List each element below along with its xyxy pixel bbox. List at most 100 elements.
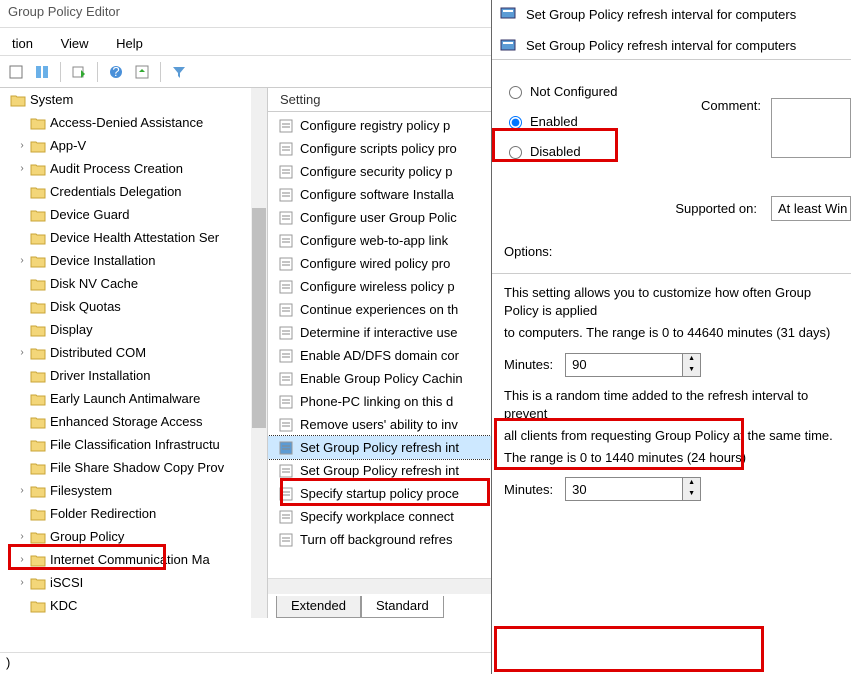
tree-item[interactable]: › Audit Process Creation: [0, 157, 252, 180]
radio-not-configured-input[interactable]: [509, 86, 522, 99]
setting-icon: [278, 509, 294, 525]
tree-item-label: Enhanced Storage Access: [50, 414, 203, 429]
expand-icon[interactable]: ›: [16, 485, 28, 496]
spinner-arrows[interactable]: ▲▼: [682, 354, 700, 376]
spin-up-icon[interactable]: ▲: [683, 478, 700, 489]
minutes1-label: Minutes:: [504, 357, 553, 372]
tree-item-label: iSCSI: [50, 575, 83, 590]
options-desc-5: The range is 0 to 1440 minutes (24 hours…: [504, 449, 839, 467]
tree-item[interactable]: › Device Installation: [0, 249, 252, 272]
setting-label: Phone-PC linking on this d: [300, 394, 453, 409]
tree-item[interactable]: Driver Installation: [0, 364, 252, 387]
tree-item[interactable]: ›Filesystem: [0, 479, 252, 502]
expand-icon[interactable]: ›: [16, 554, 28, 565]
tree-item-label: Disk NV Cache: [50, 276, 138, 291]
folder-icon: [10, 93, 26, 107]
menu-action[interactable]: tion: [0, 32, 45, 55]
tree-item[interactable]: Device Health Attestation Ser: [0, 226, 252, 249]
tree-item[interactable]: KDC: [0, 594, 252, 617]
tree-item-label: Folder Redirection: [50, 506, 156, 521]
tree-root[interactable]: System: [0, 88, 252, 111]
tree-scrollbar-thumb[interactable]: [252, 208, 266, 428]
tree-item[interactable]: ›Group Policy: [0, 525, 252, 548]
tree-item[interactable]: Early Launch Antimalware: [0, 387, 252, 410]
tree-scrollbar[interactable]: [251, 88, 267, 618]
toolbar-sep-2: [97, 62, 98, 82]
tree-item[interactable]: File Classification Infrastructu: [0, 433, 252, 456]
policy-icon: [500, 37, 518, 55]
setting-icon: [278, 417, 294, 433]
tree-item[interactable]: Folder Redirection: [0, 502, 252, 525]
setting-icon: [278, 302, 294, 318]
folder-icon: [30, 599, 46, 613]
folder-icon: [30, 438, 46, 452]
minutes2-input[interactable]: [566, 478, 682, 500]
setting-icon: [278, 118, 294, 134]
tree-item[interactable]: ›Internet Communication Ma: [0, 548, 252, 571]
expand-icon[interactable]: ›: [16, 531, 28, 542]
menu-view[interactable]: View: [49, 32, 101, 55]
tree-item[interactable]: Enhanced Storage Access: [0, 410, 252, 433]
setting-icon: [278, 233, 294, 249]
tree-item[interactable]: Device Guard: [0, 203, 252, 226]
tree-item[interactable]: Disk Quotas: [0, 295, 252, 318]
dialog-subtitle: Set Group Policy refresh interval for co…: [526, 38, 796, 53]
setting-icon: [278, 210, 294, 226]
tree-item-label: App-V: [50, 138, 86, 153]
toolbar-btn-1[interactable]: [4, 60, 28, 84]
toolbar-btn-3[interactable]: [67, 60, 91, 84]
expand-icon[interactable]: ›: [16, 347, 28, 358]
options-body: This setting allows you to customize how…: [492, 274, 851, 517]
tab-extended[interactable]: Extended: [276, 596, 361, 618]
folder-icon: [30, 484, 46, 498]
folder-icon: [30, 116, 46, 130]
toolbar-btn-2[interactable]: [30, 60, 54, 84]
tree-item-label: Audit Process Creation: [50, 161, 183, 176]
dialog-subtitle-row: Set Group Policy refresh interval for co…: [492, 32, 851, 60]
radio-disabled-input[interactable]: [509, 146, 522, 159]
folder-icon: [30, 369, 46, 383]
tree-item[interactable]: › iSCSI: [0, 571, 252, 594]
tree-item[interactable]: Display: [0, 318, 252, 341]
spin-up-icon[interactable]: ▲: [683, 354, 700, 365]
folder-icon: [30, 277, 46, 291]
tab-standard[interactable]: Standard: [361, 596, 444, 618]
tree-item[interactable]: ›Distributed COM: [0, 341, 252, 364]
comment-textarea[interactable]: [771, 98, 851, 158]
setting-icon: [278, 187, 294, 203]
spin-down-icon[interactable]: ▼: [683, 489, 700, 500]
setting-icon: [278, 325, 294, 341]
menu-help[interactable]: Help: [104, 32, 155, 55]
expand-icon[interactable]: ›: [16, 140, 28, 151]
toolbar-btn-5[interactable]: [130, 60, 154, 84]
expand-icon[interactable]: ›: [16, 255, 28, 266]
tree-item[interactable]: Access-Denied Assistance: [0, 111, 252, 134]
setting-icon: [278, 440, 294, 456]
spinner-arrows[interactable]: ▲▼: [682, 478, 700, 500]
tree-root-label: System: [30, 92, 73, 107]
tree-item[interactable]: Credentials Delegation: [0, 180, 252, 203]
tree-item[interactable]: File Share Shadow Copy Prov: [0, 456, 252, 479]
tree-item[interactable]: › App-V: [0, 134, 252, 157]
tree-item[interactable]: Disk NV Cache: [0, 272, 252, 295]
minutes1-input[interactable]: [566, 354, 682, 376]
toolbar-help-icon[interactable]: ?: [104, 60, 128, 84]
minutes2-spinner[interactable]: ▲▼: [565, 477, 701, 501]
expand-icon[interactable]: ›: [16, 577, 28, 588]
toolbar-filter-icon[interactable]: [167, 60, 191, 84]
radio-enabled-input[interactable]: [509, 116, 522, 129]
tree-item-label: Device Installation: [50, 253, 156, 268]
supported-row: Supported on: At least Win: [675, 196, 851, 221]
setting-label: Configure wireless policy p: [300, 279, 455, 294]
policy-dialog: Set Group Policy refresh interval for co…: [491, 0, 851, 674]
expand-icon[interactable]: ›: [16, 163, 28, 174]
spin-down-icon[interactable]: ▼: [683, 365, 700, 376]
radio-enabled-label: Enabled: [530, 114, 578, 129]
tree-item-label: File Share Shadow Copy Prov: [50, 460, 224, 475]
setting-label: Configure security policy p: [300, 164, 452, 179]
setting-label: Remove users' ability to inv: [300, 417, 458, 432]
folder-icon: [30, 392, 46, 406]
minutes1-spinner[interactable]: ▲▼: [565, 353, 701, 377]
options-desc-2: to computers. The range is 0 to 44640 mi…: [504, 324, 839, 342]
options-desc-4: all clients from requesting Group Policy…: [504, 427, 839, 445]
